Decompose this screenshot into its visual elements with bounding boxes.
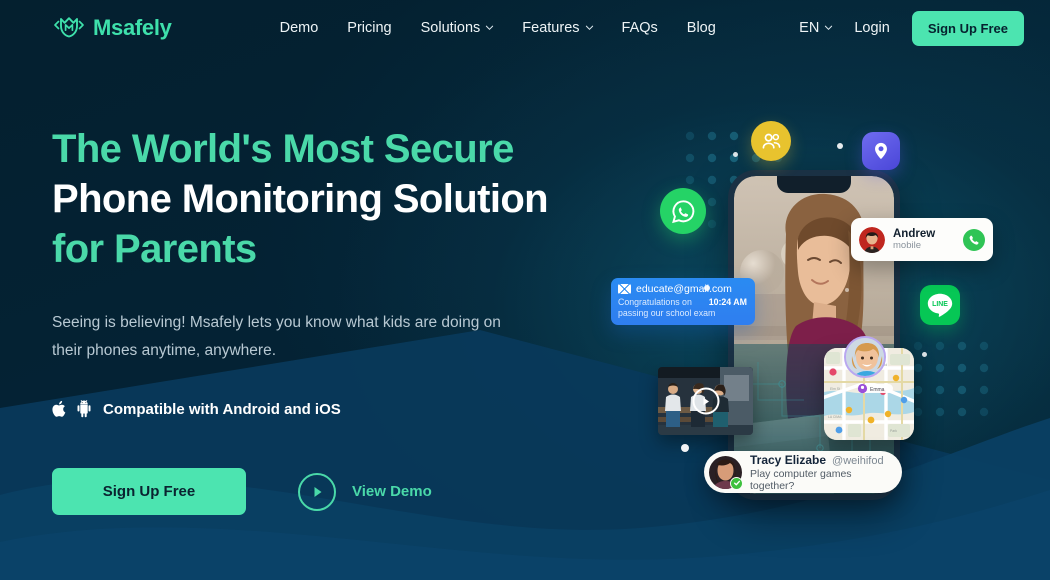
- nav-label: Features: [522, 20, 580, 36]
- verified-check-icon: [730, 476, 743, 490]
- tracy-header: Tracy Elizabe @weihifod: [750, 453, 890, 467]
- email-address: educate@gmail.com: [636, 283, 732, 295]
- speckle-dot: [681, 444, 689, 452]
- hero-subtext: Seeing is believing! Msafely lets you kn…: [52, 314, 501, 359]
- email-message-text: Congratulations on passing our school ex…: [618, 297, 716, 318]
- chevron-down-icon: [485, 23, 494, 31]
- headline-line-2: Phone Monitoring Solution: [52, 177, 549, 221]
- email-notification-card[interactable]: educate@gmail.com 10:24 AM Congratulatio…: [611, 278, 755, 325]
- speckle-dot: [733, 152, 738, 157]
- tracy-name: Tracy Elizabe: [750, 452, 827, 467]
- nav-label: Blog: [686, 20, 716, 36]
- avatar: [709, 455, 743, 490]
- whatsapp-icon[interactable]: [660, 188, 706, 234]
- kid-avatar: [844, 336, 886, 378]
- brand-name: Msafely: [93, 15, 172, 40]
- speckle-dot: [845, 288, 849, 292]
- email-time: 10:24 AM: [708, 297, 747, 307]
- login-link[interactable]: Login: [854, 20, 889, 36]
- kid-location-avatar[interactable]: [844, 336, 886, 386]
- nav-label: Demo: [279, 20, 319, 36]
- language-selector[interactable]: EN: [799, 20, 833, 36]
- nav-item-demo[interactable]: Demo: [280, 20, 319, 36]
- photo-gallery-card[interactable]: [658, 367, 753, 435]
- nav-label: Pricing: [347, 20, 392, 36]
- nav-item-features[interactable]: Features: [522, 20, 593, 36]
- speckle-dot: [704, 285, 710, 291]
- msafely-shield-m-icon: [54, 17, 84, 38]
- hero-content: The World's Most Secure Phone Monitoring…: [52, 124, 612, 515]
- play-icon: [298, 472, 336, 511]
- contact-text: Andrew mobile: [893, 228, 955, 252]
- hero-page: Msafely Demo Pricing Solutions Features: [0, 0, 1050, 580]
- contact-call-card[interactable]: Andrew mobile: [851, 218, 993, 261]
- line-app-icon[interactable]: LINE: [920, 285, 960, 325]
- hero-headline: The World's Most Secure Phone Monitoring…: [52, 124, 612, 274]
- email-header: educate@gmail.com: [618, 283, 747, 295]
- phone-notch: [777, 176, 851, 193]
- signup-button-header[interactable]: Sign Up Free: [911, 10, 1024, 46]
- svg-text:Elm St: Elm St: [830, 387, 840, 391]
- svg-text:LINE: LINE: [932, 301, 948, 308]
- compatibility-label: Compatible with Android and iOS: [103, 400, 341, 418]
- location-pin-icon[interactable]: [862, 132, 900, 170]
- signup-button-hero[interactable]: Sign Up Free: [52, 468, 246, 515]
- speckle-dot: [922, 352, 927, 357]
- nav-item-blog[interactable]: Blog: [687, 20, 716, 36]
- contacts-users-icon[interactable]: [751, 121, 791, 161]
- speckle-dot: [837, 143, 843, 149]
- svg-text:LA CIMA: LA CIMA: [828, 415, 842, 419]
- svg-text:Park: Park: [890, 429, 897, 433]
- hero-illustration: LINE Andrew mobile educate@gmail.com 10:…: [600, 100, 1050, 530]
- contact-name: Andrew: [893, 227, 936, 240]
- nav-label: FAQs: [621, 20, 658, 36]
- android-icon: [77, 400, 91, 418]
- chevron-down-icon: [585, 23, 593, 31]
- view-demo-label: View Demo: [352, 483, 432, 500]
- contact-avatar: [859, 226, 885, 253]
- brand-logo[interactable]: Msafely: [52, 15, 172, 41]
- svg-text:Emma: Emma: [870, 387, 885, 393]
- message-card-tracy[interactable]: Tracy Elizabe @weihifod Play computer ga…: [704, 451, 902, 493]
- view-demo-button[interactable]: View Demo: [298, 472, 432, 511]
- play-icon[interactable]: [692, 387, 719, 415]
- nav-item-pricing[interactable]: Pricing: [347, 20, 391, 36]
- nav-item-faqs[interactable]: FAQs: [622, 20, 658, 36]
- apple-icon: [52, 400, 66, 417]
- tracy-message: Play computer games together?: [750, 467, 852, 492]
- contact-subtitle: mobile: [893, 239, 921, 251]
- language-value: EN: [799, 20, 820, 36]
- chevron-down-icon: [824, 23, 833, 31]
- header-actions: EN Login Sign Up Free: [799, 10, 1024, 46]
- nav-label: Solutions: [420, 20, 481, 36]
- phone-call-icon[interactable]: [963, 228, 985, 251]
- headline-line-3: for Parents: [52, 227, 257, 271]
- compatibility-row: Compatible with Android and iOS: [52, 400, 612, 418]
- headline-line-1: The World's Most Secure: [52, 127, 514, 171]
- site-header: Msafely Demo Pricing Solutions Features: [0, 0, 1050, 56]
- hero-cta-row: Sign Up Free View Demo: [52, 468, 612, 515]
- tracy-text: Tracy Elizabe @weihifod Play computer ga…: [750, 453, 890, 492]
- main-nav: Demo Pricing Solutions Features FAQs Blo…: [280, 20, 716, 36]
- nav-item-solutions[interactable]: Solutions: [421, 20, 494, 36]
- envelope-icon: [618, 284, 631, 294]
- tracy-handle: @weihifod: [832, 454, 884, 467]
- email-message: 10:24 AM Congratulations on passing our …: [618, 297, 747, 319]
